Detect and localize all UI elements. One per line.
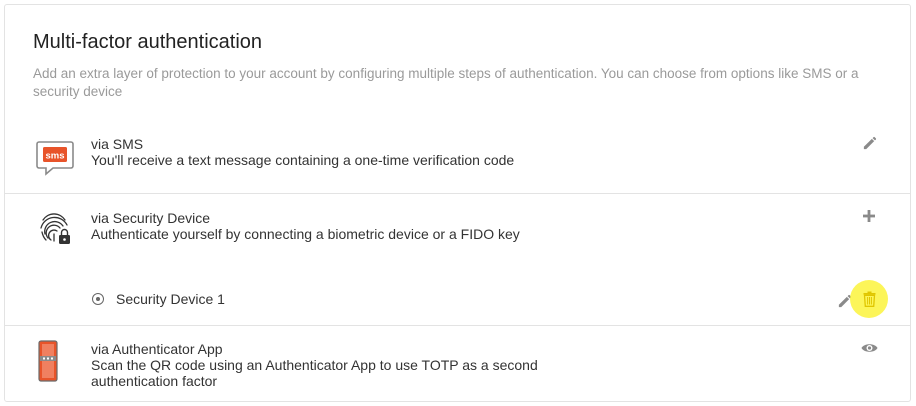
- sms-method-description: You'll receive a text message containing…: [91, 152, 515, 168]
- fingerprint-lock-icon: [35, 208, 75, 248]
- security-device-1-radio[interactable]: [92, 293, 104, 305]
- row-divider: [5, 325, 910, 326]
- row-divider: [5, 193, 910, 194]
- add-security-device-button[interactable]: [860, 207, 878, 225]
- section-title: Multi-factor authentication: [33, 31, 263, 53]
- eye-icon: [861, 344, 877, 352]
- authenticator-method-title: via Authenticator App: [91, 341, 223, 357]
- section-description: Add an extra layer of protection to your…: [33, 66, 859, 99]
- authenticator-method-description-line1: Scan the QR code using an Authenticator …: [91, 357, 538, 373]
- security-device-1-label: Security Device 1: [116, 291, 225, 307]
- view-authenticator-button[interactable]: [860, 339, 878, 357]
- security-device-method-title: via Security Device: [91, 210, 211, 226]
- trash-icon: [863, 291, 875, 307]
- edit-sms-button[interactable]: [860, 134, 878, 152]
- svg-text:sms: sms: [45, 151, 64, 162]
- authenticator-method-description-line2: authentication factor: [91, 373, 218, 389]
- sms-method-title: via SMS: [91, 136, 144, 152]
- sms-icon: sms: [35, 138, 75, 178]
- security-device-method-description: Authenticate yourself by connecting a bi…: [91, 226, 520, 242]
- plus-icon: [863, 210, 875, 222]
- pencil-icon: [863, 136, 876, 149]
- authenticator-phone-icon: [35, 340, 75, 382]
- mfa-card: Multi-factor authentication Add an extra…: [4, 4, 911, 402]
- delete-security-device-1-button[interactable]: [860, 290, 878, 308]
